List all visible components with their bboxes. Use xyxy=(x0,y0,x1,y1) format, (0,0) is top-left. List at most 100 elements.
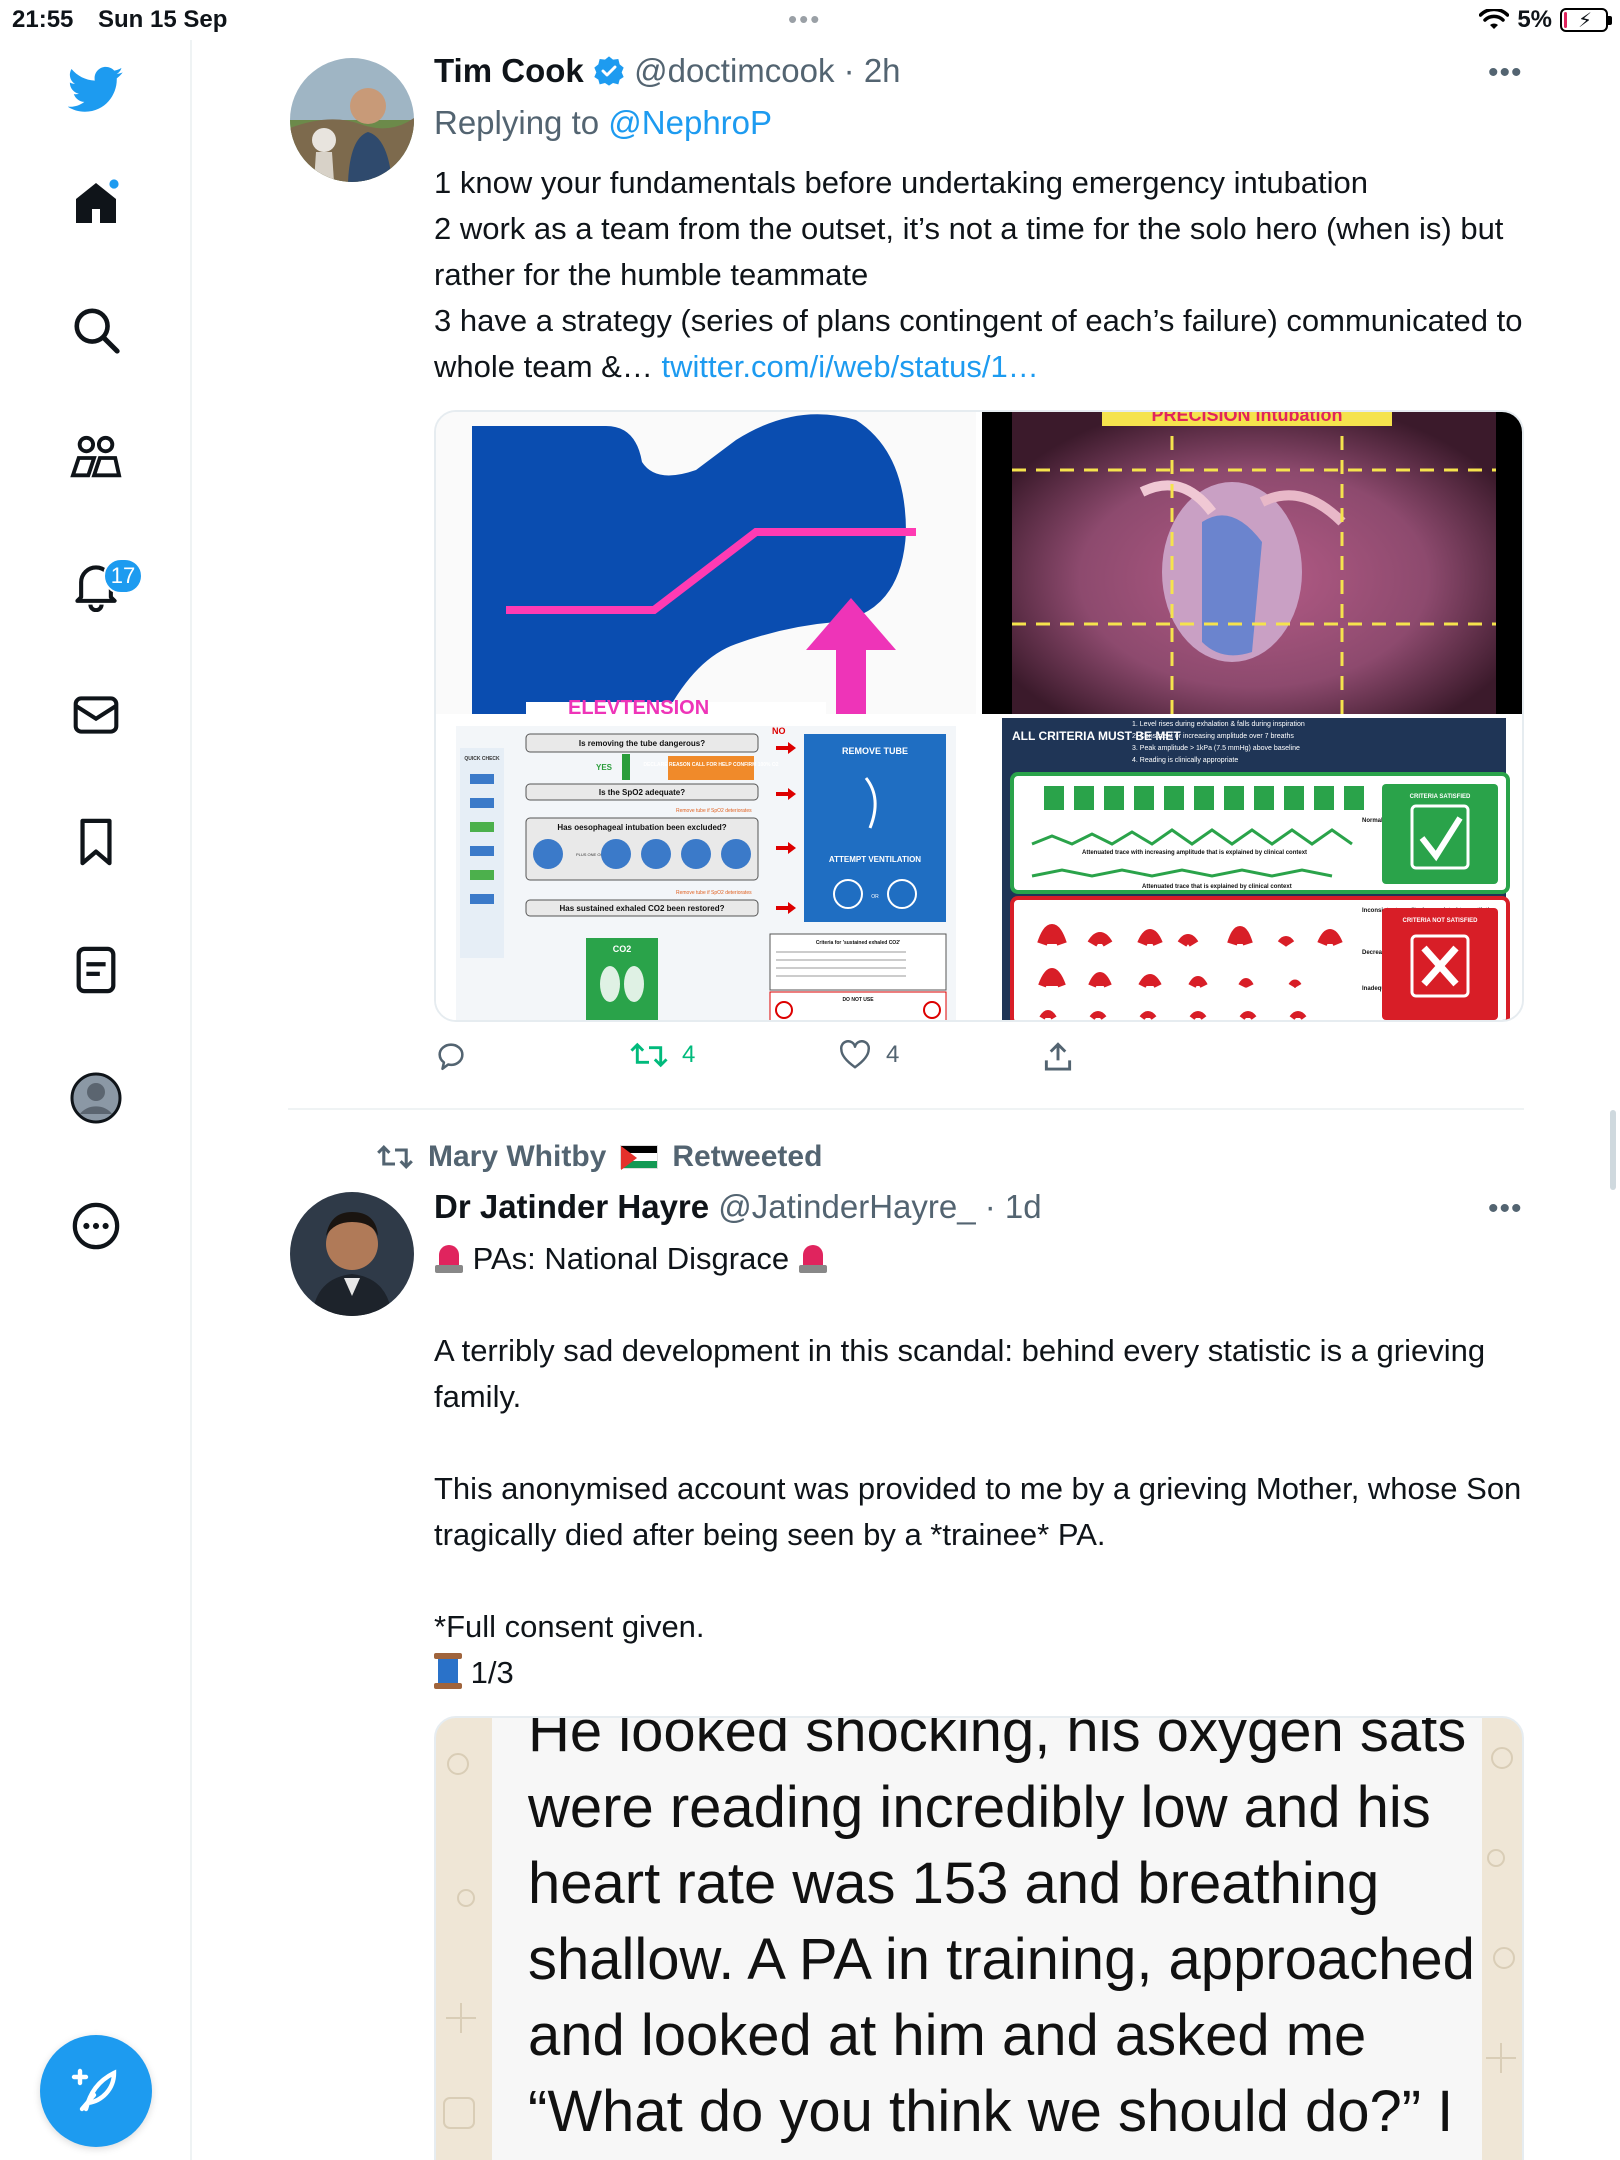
lists-icon[interactable] xyxy=(66,940,126,1000)
status-date: Sun 15 Sep xyxy=(98,6,228,33)
flow-q3: Has oesophageal intubation been excluded… xyxy=(557,823,726,832)
media-image-1[interactable]: ELEVTENSION xyxy=(436,412,976,714)
replying-handle-link[interactable]: @NephroP xyxy=(608,104,772,141)
retweet-button[interactable]: 4 xyxy=(630,1040,695,1070)
quick-check-label: QUICK CHECK xyxy=(464,756,500,762)
share-button[interactable] xyxy=(1042,1040,1074,1072)
flow-or: OR xyxy=(871,894,879,900)
heart-icon xyxy=(840,1040,870,1069)
tweet2-thread-row: 1/3 xyxy=(434,1650,1534,1696)
flow-plus-one-of: PLUS ONE OF xyxy=(576,852,603,857)
replying-prefix: Replying to xyxy=(434,104,600,141)
sidebar: 17 xyxy=(0,40,192,2160)
compose-tweet-button[interactable] xyxy=(40,2035,152,2147)
retweeted-icon xyxy=(377,1145,413,1169)
communities-icon[interactable] xyxy=(66,428,126,488)
tweet1-line-3: 3 have a strategy (series of plans conti… xyxy=(434,298,1534,390)
tweet1-more-icon[interactable]: ••• xyxy=(1488,56,1523,90)
tweet2-thread-counter: 1/3 xyxy=(470,1655,514,1690)
battery-icon: ⚡ xyxy=(1560,8,1612,32)
battery-percent: 5% xyxy=(1517,6,1552,33)
tweet-divider xyxy=(288,1108,1524,1110)
image1-label: ELEVTENSION xyxy=(568,697,709,714)
tweet2-timestamp[interactable]: · 1d xyxy=(985,1188,1042,1225)
tweet2-headline-row: PAs: National Disgrace xyxy=(434,1236,1534,1282)
siren-icon xyxy=(434,1241,464,1275)
tweet2-paragraph-1: A terribly sad development in this scand… xyxy=(434,1333,1486,1414)
palestine-flag-icon xyxy=(620,1145,659,1170)
cap-criterion-1: 1. Level rises during exhalation & falls… xyxy=(1132,721,1305,728)
tweet2-more-icon[interactable]: ••• xyxy=(1488,1192,1523,1226)
bookmark-icon[interactable] xyxy=(66,812,126,872)
status-time: 21:55 xyxy=(12,6,74,33)
tweet1-replying-to: Replying to @NephroP xyxy=(434,104,772,142)
multitasking-dots-icon[interactable]: ••• xyxy=(788,4,821,35)
retweet-icon xyxy=(630,1042,668,1068)
tweet1-timestamp[interactable]: · 2h xyxy=(844,52,901,89)
cap-criteria-satisfied: CRITERIA SATISFIED xyxy=(1410,794,1471,800)
profile-avatar-icon[interactable] xyxy=(66,1068,126,1128)
wifi-icon xyxy=(1479,9,1510,29)
flow-co2-label: CO2 xyxy=(613,944,632,954)
cap-criterion-2: 2. Consistent or increasing amplitude ov… xyxy=(1132,733,1294,740)
media-image-2[interactable]: PRECISION intubation xyxy=(982,412,1522,714)
flow-remove-if-1: Remove tube if SpO2 deteriorates xyxy=(676,808,752,814)
cap-attenuated-explained: Attenuated trace that is explained by cl… xyxy=(1142,884,1292,890)
tweet1-media-grid: ELEVTENSION PRECISION intubation QUICK C… xyxy=(434,410,1524,1022)
media-image-4[interactable]: ALL CRITERIA MUST BE MET 1. Level rises … xyxy=(982,718,1522,1020)
messages-icon[interactable] xyxy=(66,685,126,745)
tweet1-actions: 4 4 xyxy=(434,1040,1074,1084)
cap-criterion-4: 4. Reading is clinically appropriate xyxy=(1132,757,1238,764)
flow-no-label: NO xyxy=(772,726,786,736)
tweet2-image[interactable]: He looked shocking, his oxygen sats were… xyxy=(434,1716,1524,2160)
siren-icon xyxy=(798,1241,828,1275)
more-circle-icon[interactable] xyxy=(66,1196,126,1256)
twitter-logo-icon[interactable] xyxy=(66,60,126,120)
share-icon xyxy=(1044,1042,1072,1071)
flow-do-not-use: DO NOT USE xyxy=(842,997,874,1003)
cap-attenuated-clinical: Attenuated trace with increasing amplitu… xyxy=(1082,850,1307,856)
flow-q2: Is the SpO2 adequate? xyxy=(599,788,685,797)
reply-icon xyxy=(438,1043,464,1071)
tweet2-author-avatar[interactable] xyxy=(290,1192,414,1316)
tweet1-author-handle[interactable]: @doctimcook xyxy=(634,52,834,89)
retweet-count: 4 xyxy=(682,1041,696,1068)
like-button[interactable]: 4 xyxy=(838,1040,899,1070)
cap-criteria-not-satisfied: CRITERIA NOT SATISFIED xyxy=(1403,918,1479,924)
status-right: 5% ⚡ xyxy=(1479,6,1612,34)
tweet1-status-link[interactable]: twitter.com/i/web/status/1… xyxy=(661,349,1038,384)
tweet2-paragraph-2: This anonymised account was provided to … xyxy=(434,1471,1522,1552)
status-bar: 21:55 Sun 15 Sep ••• 5% ⚡ xyxy=(0,0,1620,40)
verified-badge-icon xyxy=(594,56,624,86)
image2-label: PRECISION intubation xyxy=(1152,412,1343,425)
flow-attempt-ventilation: ATTEMPT VENTILATION xyxy=(829,855,921,864)
flow-remove-tube: REMOVE TUBE xyxy=(842,746,908,756)
tweet2-header: Dr Jatinder Hayre @JatinderHayre_ · 1d xyxy=(434,1188,1042,1226)
home-icon[interactable] xyxy=(66,173,126,233)
tweet1-author-name[interactable]: Tim Cook xyxy=(434,52,584,89)
tweet1-header: Tim Cook @doctimcook · 2h xyxy=(434,52,901,90)
feather-plus-icon xyxy=(71,2068,117,2112)
notifications-badge: 17 xyxy=(103,558,143,594)
search-icon[interactable] xyxy=(66,300,126,360)
retweeted-label: Retweeted xyxy=(672,1140,823,1173)
flow-q4: Has sustained exhaled CO2 been restored? xyxy=(560,904,725,913)
like-count: 4 xyxy=(886,1041,900,1068)
tweet2-author-name[interactable]: Dr Jatinder Hayre xyxy=(434,1188,709,1225)
flow-criteria-title: Criteria for 'sustained exhaled CO2' xyxy=(816,940,900,946)
tweet2-author-handle[interactable]: @JatinderHayre_ xyxy=(718,1188,975,1225)
flow-declare: DECLARE REASON CALL FOR HELP CONFIRM 100… xyxy=(643,762,778,768)
tweet1-line-2: 2 work as a team from the outset, it’s n… xyxy=(434,211,1504,292)
tweet1-author-avatar[interactable] xyxy=(290,58,414,182)
tweet2-body: PAs: National Disgrace A terribly sad de… xyxy=(434,1236,1534,1696)
tweet2-image-text: He looked shocking, his oxygen sats were… xyxy=(528,1716,1475,2160)
reply-button[interactable] xyxy=(434,1040,468,1072)
tweet1-body: 1 know your fundamentals before undertak… xyxy=(434,160,1534,390)
scrollbar[interactable] xyxy=(1610,1110,1616,1190)
tweet2-headline: PAs: National Disgrace xyxy=(472,1241,790,1276)
tweet1-line-1: 1 know your fundamentals before undertak… xyxy=(434,165,1369,200)
flow-yes-label: YES xyxy=(596,763,613,772)
retweeter-name[interactable]: Mary Whitby xyxy=(428,1140,606,1174)
media-image-3[interactable]: QUICK CHECK Is removing the tube dangero… xyxy=(436,718,976,1020)
thread-spool-icon xyxy=(434,1653,462,1689)
